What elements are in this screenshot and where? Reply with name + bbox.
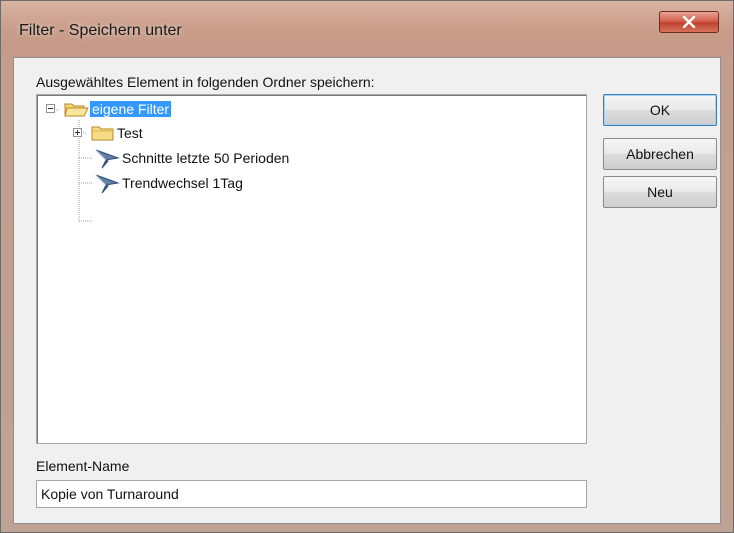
close-button[interactable]: [659, 11, 719, 33]
tree-node-filter[interactable]: Schnitte letzte 50 Perioden: [92, 148, 290, 169]
collapse-toggle[interactable]: [46, 104, 55, 113]
folder-icon: [91, 126, 114, 141]
tree-node-filter[interactable]: Trendwechsel 1Tag: [92, 173, 243, 194]
window-title: Filter - Speichern unter: [19, 22, 182, 39]
open-folder-icon: [64, 103, 89, 117]
new-button[interactable]: Neu: [603, 176, 717, 208]
dialog-body: Ausgewähltes Element in folgenden Ordner…: [13, 57, 721, 524]
save-filter-dialog: Filter - Speichern unter Ausgewähltes El…: [0, 0, 734, 533]
tree-node-label: Test: [117, 125, 143, 141]
tree-label: Ausgewähltes Element in folgenden Ordner…: [36, 74, 375, 90]
folder-tree[interactable]: eigene Filter Test Schnitte letzte 50 Pe…: [36, 94, 587, 444]
ok-button[interactable]: OK: [603, 94, 717, 126]
funnel-filter-icon: [95, 174, 120, 194]
element-name-label: Element-Name: [36, 458, 130, 474]
tree-node-label: eigene Filter: [90, 101, 172, 117]
tree-node-label: Trendwechsel 1Tag: [122, 175, 243, 191]
tree-node-label: Schnitte letzte 50 Perioden: [122, 150, 290, 166]
cancel-button[interactable]: Abbrechen: [603, 138, 717, 170]
close-icon: [682, 16, 696, 28]
expand-toggle[interactable]: [73, 128, 82, 137]
title-bar[interactable]: Filter - Speichern unter: [1, 1, 733, 57]
tree-node-test[interactable]: Test: [89, 123, 143, 143]
element-name-input[interactable]: [36, 480, 587, 508]
minus-icon: [48, 108, 53, 109]
plus-icon: [75, 130, 80, 135]
tree-node-root[interactable]: eigene Filter: [62, 99, 172, 119]
funnel-filter-icon: [95, 149, 120, 169]
